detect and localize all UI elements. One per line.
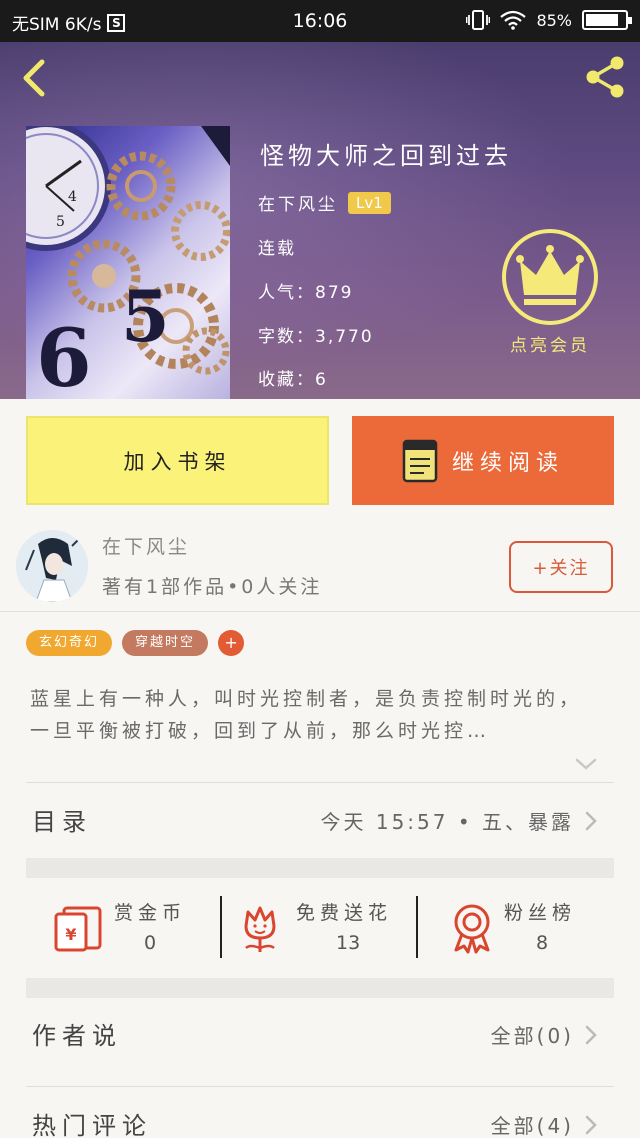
share-icon[interactable] (582, 54, 628, 100)
hot-comments-title: 热门评论 (32, 1112, 152, 1138)
stat-fans-label: 粉丝榜 (504, 902, 577, 924)
stat-fans[interactable]: 粉丝榜 8 (418, 880, 640, 978)
serial-status: 连载 (258, 239, 296, 259)
stat-coins[interactable]: ¥ 赏金币 0 (0, 880, 220, 978)
section-gap (26, 858, 614, 878)
award-ribbon-icon (454, 904, 490, 954)
hot-comments-row[interactable]: 热门评论 全部(4) (0, 1090, 640, 1138)
svg-text:5: 5 (121, 275, 170, 358)
chevron-right-icon (585, 1115, 597, 1135)
stat-flowers[interactable]: 免费送花 13 (222, 880, 416, 978)
crown-icon (502, 229, 598, 325)
chevron-down-icon[interactable] (574, 756, 598, 772)
synopsis-text[interactable]: 蓝星上有一种人，叫时光控制者，是负责控制时光的，一旦平衡被打破，回到了从前，那么… (30, 683, 602, 747)
svg-text:5: 5 (56, 214, 65, 230)
author-card-name: 在下风尘 (102, 536, 191, 558)
stat-coins-label: 赏金币 (114, 902, 187, 924)
add-to-shelf-button[interactable]: 加入书架 (26, 416, 329, 505)
vip-label: 点亮会员 (510, 336, 590, 356)
stat-flowers-value: 13 (336, 932, 361, 954)
author-says-title: 作者说 (32, 1022, 122, 1050)
continue-reading-label: 继续阅读 (451, 450, 564, 476)
favorites-stat: 收藏：6 (258, 370, 328, 390)
word-count-stat: 字数：3,770 (258, 327, 374, 347)
svg-text:4: 4 (68, 189, 77, 205)
avatar[interactable] (16, 530, 88, 602)
tag-fantasy[interactable]: 玄幻奇幻 (26, 630, 113, 656)
red-envelope-icon: ¥ (54, 906, 102, 952)
latest-chapter: 今天 15:57 • 五、暴露 (320, 810, 574, 834)
popularity-stat: 人气：879 (258, 283, 354, 303)
section-gap (26, 978, 614, 998)
author-says-row[interactable]: 作者说 全部(0) (0, 998, 640, 1068)
follow-button[interactable]: +关注 (509, 541, 613, 593)
status-bar: 无SIM 6K/s S 16:06 85% (0, 0, 640, 42)
stats-bar: ¥ 赏金币 0 免费送花 13 粉丝榜 8 (0, 880, 640, 978)
divider (26, 782, 614, 783)
back-arrow-icon[interactable] (14, 56, 54, 100)
chevron-right-icon (585, 811, 597, 831)
tag-time-travel[interactable]: 穿越时空 (122, 630, 209, 656)
author-card-meta: 著有1部作品•0人关注 (102, 576, 323, 598)
vip-button[interactable]: 点亮会员 (500, 227, 600, 357)
continue-reading-button[interactable]: 继续阅读 (352, 416, 614, 505)
stat-flowers-label: 免费送花 (296, 902, 393, 924)
catalog-row[interactable]: 目录 今天 15:57 • 五、暴露 (0, 784, 640, 854)
chevron-right-icon (585, 1025, 597, 1045)
level-badge: Lv1 (348, 191, 391, 214)
book-header: 4 5 6 5 怪物大师之回到过去 在下风尘 Lv1 连载 人气：879 字数：… (0, 42, 640, 399)
status-right: 85% (466, 9, 632, 31)
battery-percent: 85% (536, 10, 572, 30)
divider (26, 1086, 614, 1087)
author-card[interactable]: 在下风尘 著有1部作品•0人关注 +关注 (0, 520, 640, 612)
hot-comments-link: 全部(4) (490, 1114, 574, 1138)
svg-text:¥: ¥ (65, 925, 76, 944)
avatar-image (16, 530, 88, 602)
book-title: 怪物大师之回到过去 (260, 142, 512, 170)
wifi-icon (500, 10, 527, 30)
stat-coins-value: 0 (144, 932, 157, 954)
book-cover[interactable]: 4 5 6 5 (26, 126, 230, 399)
flower-icon (244, 906, 276, 952)
add-tag-button[interactable]: + (218, 630, 245, 656)
add-to-shelf-label: 加入书架 (123, 449, 232, 474)
vibrate-icon (466, 10, 491, 30)
book-icon (402, 439, 438, 482)
cover-art-clock: 4 5 6 5 (26, 126, 230, 399)
battery-icon (582, 10, 632, 30)
svg-text:6: 6 (36, 311, 92, 399)
catalog-title: 目录 (32, 808, 92, 836)
genre-tags: 玄幻奇幻 穿越时空 + (26, 630, 245, 656)
author-says-link: 全部(0) (490, 1024, 574, 1048)
stat-fans-value: 8 (536, 932, 549, 954)
author-row: 在下风尘 Lv1 (258, 190, 391, 215)
author-name[interactable]: 在下风尘 (258, 190, 338, 215)
